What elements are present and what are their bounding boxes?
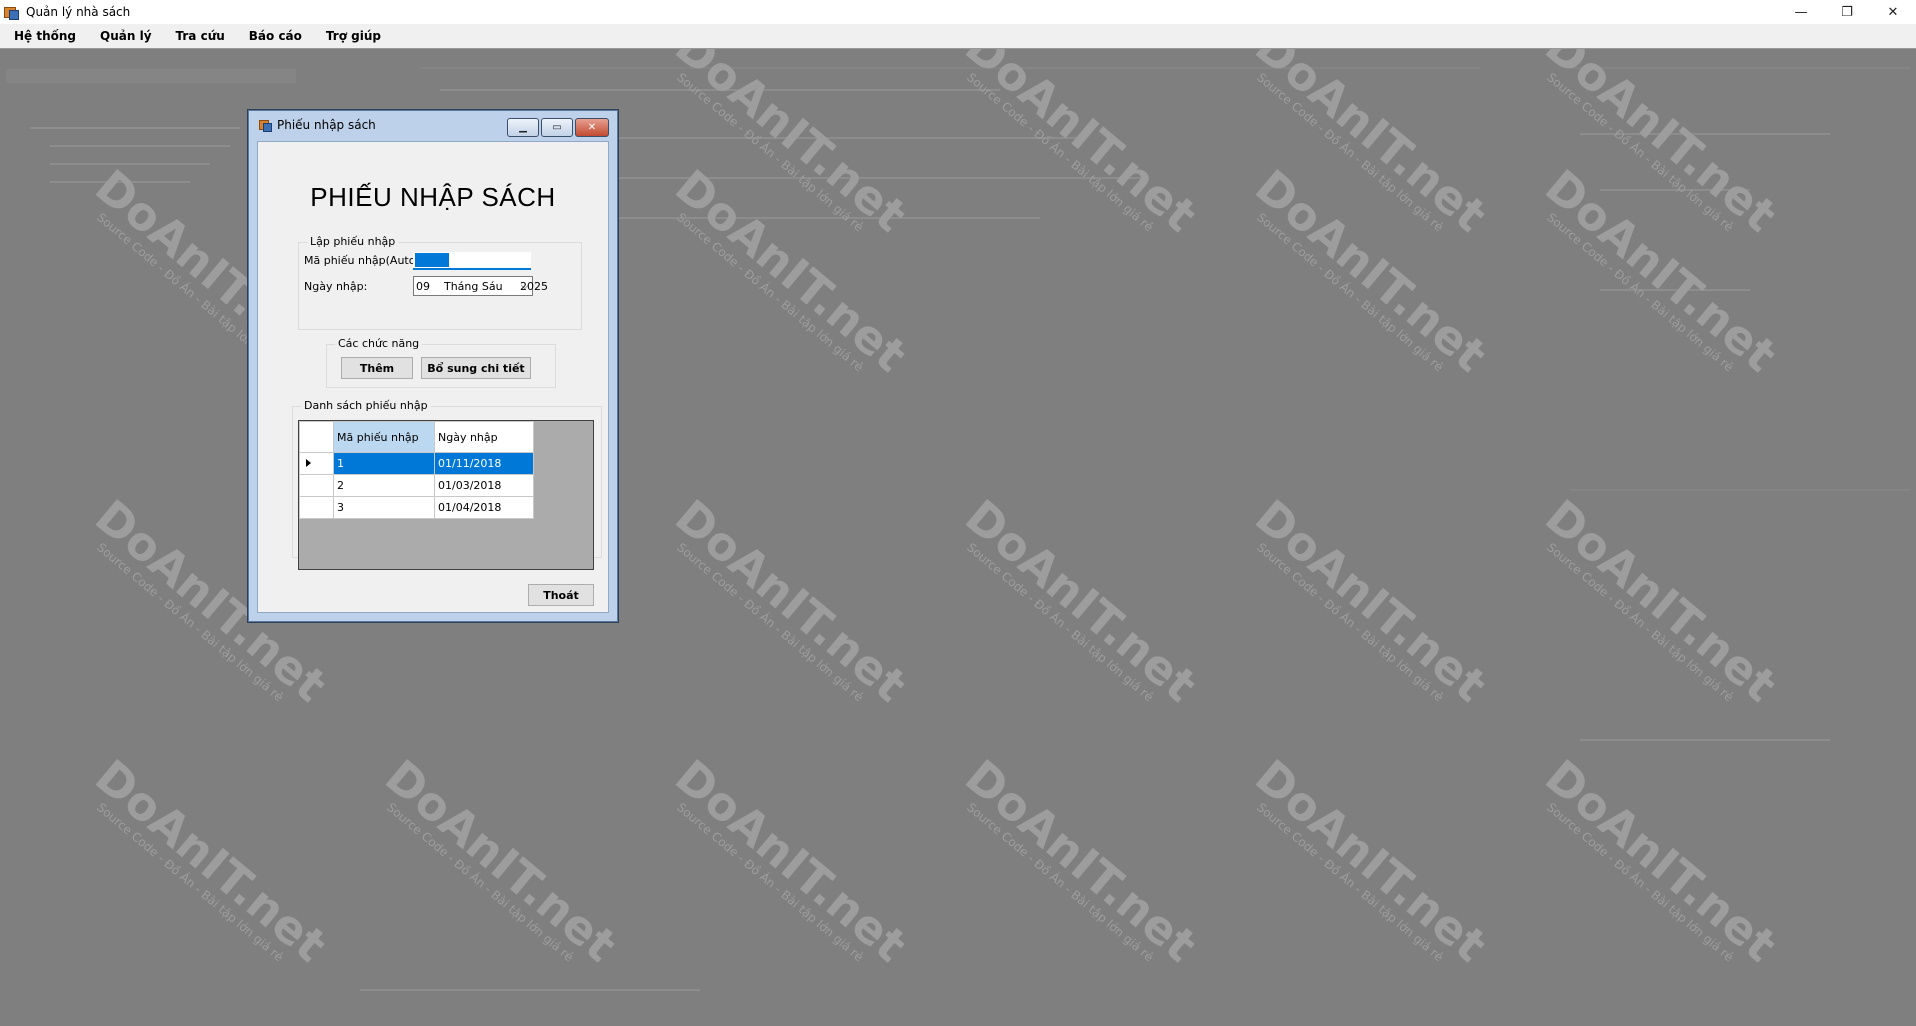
watermark: DoAnIT.netSource Code - Đồ Án - Bài tập … bbox=[1535, 749, 1787, 973]
watermark: DoAnIT.netSource Code - Đồ Án - Bài tập … bbox=[85, 749, 337, 973]
dialog-maximize-button[interactable]: ▭ bbox=[541, 118, 573, 137]
menu-report[interactable]: Báo cáo bbox=[235, 29, 312, 43]
watermark: DoAnIT.netSource Code - Đồ Án - Bài tập … bbox=[955, 489, 1207, 713]
dialog-close-button[interactable]: ✕ bbox=[575, 118, 609, 137]
table-row[interactable]: 2 01/03/2018 bbox=[299, 474, 534, 497]
menu-manage[interactable]: Quản lý bbox=[86, 29, 162, 43]
column-header-import-date[interactable]: Ngày nhập bbox=[434, 421, 534, 453]
import-dialog: Phiếu nhập sách ▁ ▭ ✕ PHIẾU NHẬP SÁCH Lậ… bbox=[248, 110, 618, 622]
app-title: Quản lý nhà sách bbox=[26, 5, 131, 19]
import-id-label: Mã phiếu nhập(Auto): bbox=[304, 254, 424, 267]
ghost-line bbox=[50, 163, 210, 165]
ghost-line bbox=[50, 145, 230, 147]
import-id-selection bbox=[415, 253, 449, 267]
exit-button[interactable]: Thoát bbox=[528, 584, 594, 606]
cell-import-id[interactable]: 1 bbox=[333, 452, 435, 475]
dialog-minimize-button[interactable]: ▁ bbox=[507, 118, 539, 137]
watermark: DoAnIT.netSource Code - Đồ Án - Bài tập … bbox=[375, 749, 627, 973]
create-import-group: Lập phiếu nhập Mã phiếu nhập(Auto): Ngày… bbox=[298, 235, 582, 330]
menu-lookup[interactable]: Tra cứu bbox=[162, 29, 235, 43]
watermark: DoAnIT.netSource Code - Đồ Án - Bài tập … bbox=[665, 489, 917, 713]
current-row-arrow-icon bbox=[306, 459, 311, 467]
dialog-title: Phiếu nhập sách bbox=[277, 118, 376, 132]
cell-import-date[interactable]: 01/11/2018 bbox=[434, 452, 534, 475]
menu-help[interactable]: Trợ giúp bbox=[312, 29, 391, 43]
table-header-row: Mã phiếu nhập Ngày nhập bbox=[299, 421, 534, 453]
functions-legend: Các chức năng bbox=[335, 337, 423, 350]
close-button[interactable]: ✕ bbox=[1870, 0, 1916, 24]
ghost-line bbox=[360, 989, 700, 991]
ghost-line bbox=[30, 127, 240, 129]
ghost-panel bbox=[1570, 489, 1910, 491]
dialog-body: PHIẾU NHẬP SÁCH Lập phiếu nhập Mã phiếu … bbox=[257, 141, 609, 613]
cell-import-id[interactable]: 2 bbox=[333, 474, 435, 497]
import-date-picker[interactable]: 09 Tháng Sáu 2025 ⌵ bbox=[413, 276, 548, 296]
window-controls: — ❐ ✕ bbox=[1778, 0, 1916, 24]
page-title: PHIẾU NHẬP SÁCH bbox=[310, 182, 556, 212]
table-row[interactable]: 1 01/11/2018 bbox=[299, 452, 534, 475]
row-selector[interactable] bbox=[299, 452, 334, 475]
cell-import-date[interactable]: 01/04/2018 bbox=[434, 496, 534, 519]
create-import-legend: Lập phiếu nhập bbox=[307, 235, 399, 248]
dialog-window-controls: ▁ ▭ ✕ bbox=[507, 118, 609, 137]
watermark: DoAnIT.netSource Code - Đồ Án - Bài tập … bbox=[1535, 489, 1787, 713]
watermark: DoAnIT.netSource Code - Đồ Án - Bài tập … bbox=[665, 749, 917, 973]
import-date-label: Ngày nhập: bbox=[304, 280, 368, 293]
chevron-down-icon[interactable]: ⌵ bbox=[521, 279, 529, 293]
functions-group: Các chức năng Thêm Bổ sung chi tiết bbox=[326, 337, 556, 388]
column-header-import-id[interactable]: Mã phiếu nhập bbox=[333, 421, 435, 453]
table-row[interactable]: 3 01/04/2018 bbox=[299, 496, 534, 519]
dialog-titlebar[interactable]: Phiếu nhập sách ▁ ▭ ✕ bbox=[249, 111, 617, 139]
watermark: DoAnIT.netSource Code - Đồ Án - Bài tập … bbox=[955, 749, 1207, 973]
minimize-button[interactable]: — bbox=[1778, 0, 1824, 24]
app-icon bbox=[4, 5, 19, 20]
ghost-line bbox=[1580, 739, 1830, 741]
row-selector[interactable] bbox=[299, 474, 334, 497]
maximize-button[interactable]: ❐ bbox=[1824, 0, 1870, 24]
row-selector[interactable] bbox=[299, 496, 334, 519]
watermark: DoAnIT.netSource Code - Đồ Án - Bài tập … bbox=[1245, 749, 1497, 973]
menu-system[interactable]: Hệ thống bbox=[0, 29, 86, 43]
import-table: Mã phiếu nhập Ngày nhập 1 01/11/2018 2 0… bbox=[299, 421, 534, 519]
import-id-field[interactable] bbox=[413, 252, 531, 270]
import-list-legend: Danh sách phiếu nhập bbox=[301, 399, 431, 412]
row-header-corner bbox=[299, 421, 334, 453]
close-icon: ✕ bbox=[587, 122, 597, 133]
app-titlebar: Quản lý nhà sách — ❐ ✕ bbox=[0, 0, 1916, 24]
dialog-icon bbox=[259, 119, 272, 132]
maximize-icon: ▭ bbox=[552, 122, 562, 133]
watermark: DoAnIT.netSource Code - Đồ Án - Bài tập … bbox=[1245, 489, 1497, 713]
cell-import-date[interactable]: 01/03/2018 bbox=[434, 474, 534, 497]
minimize-icon: ▁ bbox=[519, 122, 527, 133]
cell-import-id[interactable]: 3 bbox=[333, 496, 435, 519]
import-list-grid[interactable]: Mã phiếu nhập Ngày nhập 1 01/11/2018 2 0… bbox=[298, 420, 594, 570]
watermark: DoAnIT.netSource Code - Đồ Án - Bài tập … bbox=[955, 49, 1207, 243]
ghost-panel bbox=[6, 69, 296, 83]
menu-bar: Hệ thống Quản lý Tra cứu Báo cáo Trợ giú… bbox=[0, 24, 1916, 49]
add-button[interactable]: Thêm bbox=[341, 357, 413, 379]
add-detail-button[interactable]: Bổ sung chi tiết bbox=[421, 357, 531, 379]
